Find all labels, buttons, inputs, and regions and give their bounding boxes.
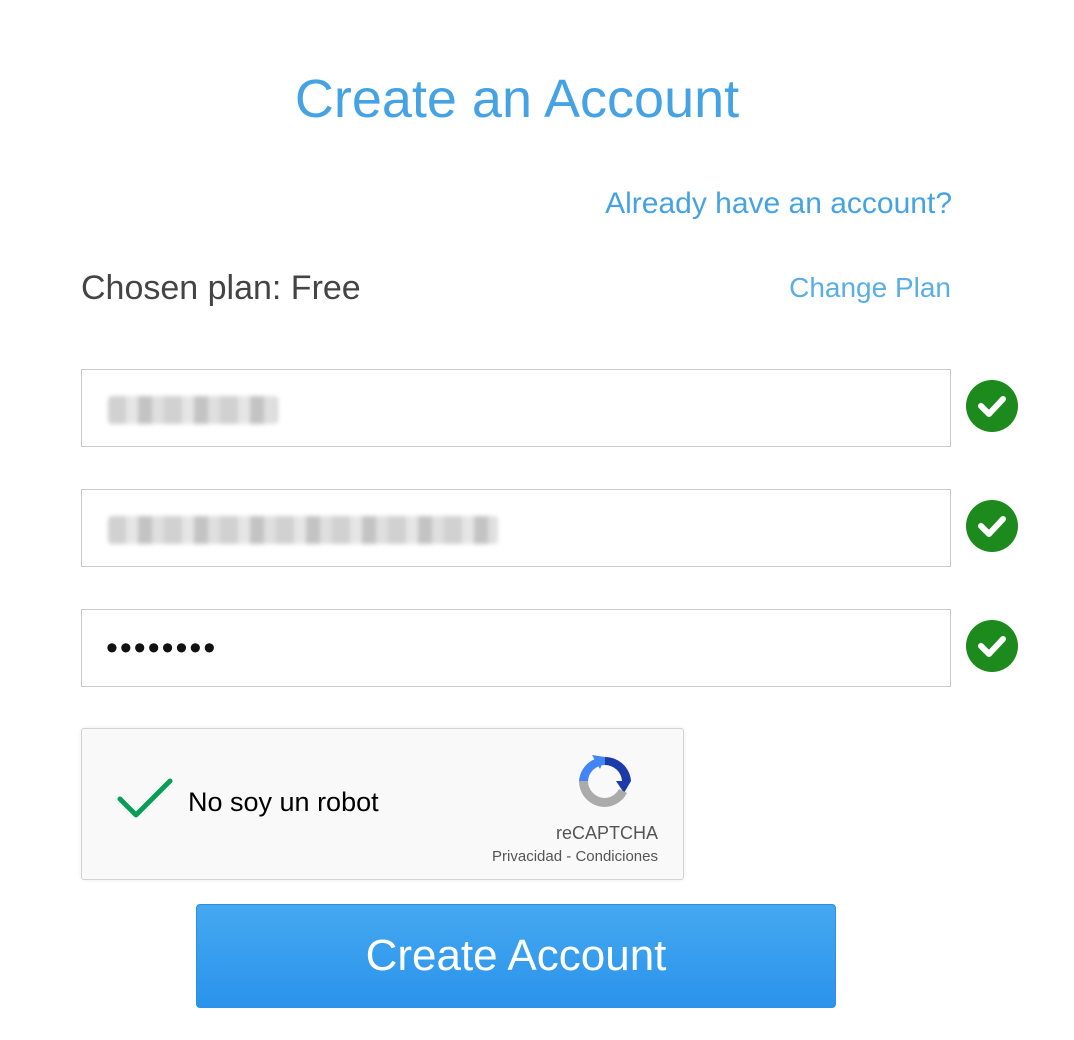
email-valid-check-icon [966, 500, 1018, 552]
password-valid-check-icon [966, 620, 1018, 672]
chosen-plan-label: Chosen plan: Free [81, 269, 361, 307]
recaptcha-brand: reCAPTCHA [555, 823, 658, 843]
recaptcha-legal-separator: - [562, 848, 576, 865]
recaptcha-terms-link[interactable]: Condiciones [575, 848, 658, 865]
already-have-account-link[interactable]: Already have an account? [605, 184, 952, 224]
recaptcha-privacy-link[interactable]: Privacidad [492, 848, 562, 865]
recaptcha-label: No soy un robot [188, 787, 379, 817]
redacted-name-value [108, 396, 278, 424]
recaptcha-checkmark-icon[interactable] [116, 775, 176, 828]
chosen-plan-row: Chosen plan: Free Change Plan [81, 266, 951, 310]
name-field[interactable] [81, 369, 951, 447]
change-plan-link[interactable]: Change Plan [789, 268, 951, 308]
email-field[interactable] [81, 489, 951, 567]
redacted-email-value [108, 516, 498, 544]
password-value: •••••••• [106, 629, 218, 667]
create-account-button[interactable]: Create Account [196, 904, 836, 1008]
recaptcha-legal-links: Privacidad - Condiciones [492, 847, 658, 867]
name-valid-check-icon [966, 380, 1018, 432]
recaptcha-logo-icon [572, 751, 638, 820]
recaptcha-widget: No soy un robot reCAPTCHA Privacidad - C… [81, 728, 684, 880]
password-field[interactable]: •••••••• [81, 609, 951, 687]
page-title: Create an Account [294, 69, 740, 129]
